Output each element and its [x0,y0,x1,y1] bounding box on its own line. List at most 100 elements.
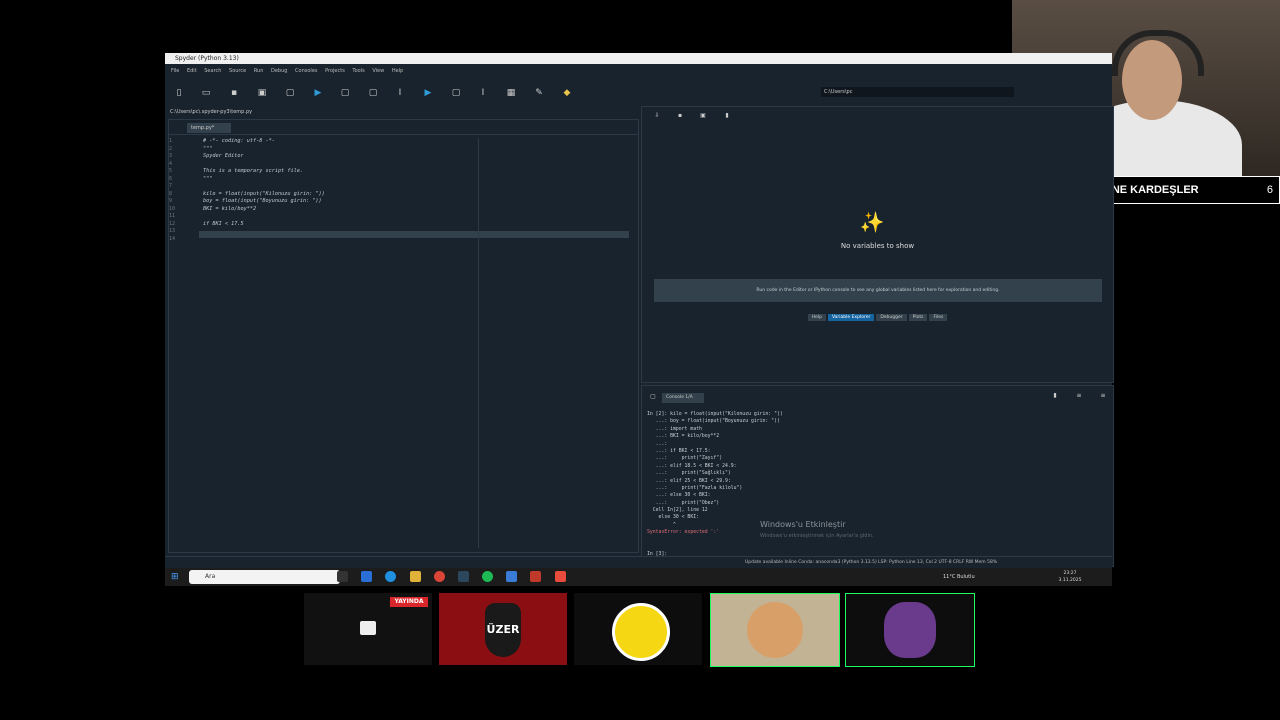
code-line[interactable]: """ [203,146,623,154]
remove-all-icon[interactable]: ▮ [722,111,732,121]
open-file-icon[interactable]: ▭ [201,88,211,98]
menu-consoles[interactable]: Consoles [295,68,317,74]
steam-icon[interactable] [458,571,469,582]
clock-time[interactable]: 23:27 [1055,570,1085,577]
spotify-icon[interactable] [482,571,493,582]
robot-icon [884,602,936,658]
stream-card-hamster [710,593,840,667]
code-line[interactable]: BKI = kilo/boy**2 [203,206,623,214]
no-variables-text: No variables to show [840,242,915,250]
console-line: ...: print("Sağlıklı") [647,471,731,477]
debug-cell-icon[interactable]: ▢ [451,88,461,98]
menu-help[interactable]: Help [392,68,403,74]
tab-variable-explorer[interactable]: Variable Explorer [827,314,875,321]
maximize-pane-icon[interactable]: ▦ [506,88,516,98]
menu-view[interactable]: View [372,68,384,74]
right-pane-tabs: Help Variable Explorer Debugger Plots Files [642,314,1113,324]
console-line: ...: print("Obez") [647,500,720,506]
code-line[interactable] [203,228,623,236]
pane-options-icon[interactable]: ≡ [1098,391,1108,401]
debug-selection-icon[interactable]: I [478,88,488,98]
app-icon-3[interactable] [530,571,541,582]
menu-file[interactable]: File [171,68,179,74]
code-line[interactable]: # -*- coding: utf-8 -*- [203,138,623,146]
code-line[interactable]: """ [203,176,623,184]
import-data-icon[interactable]: ⇩ [652,111,662,121]
browse-tabs-icon[interactable]: ▢ [285,88,295,98]
tab-console-1[interactable]: Console 1/A [662,393,704,403]
save-data-icon[interactable]: ▪ [675,111,685,121]
menu-edit[interactable]: Edit [187,68,197,74]
menu-source[interactable]: Source [229,68,246,74]
taskbar-search[interactable]: Ara [189,570,340,584]
code-line[interactable] [203,236,623,244]
save-data-as-icon[interactable]: ▣ [698,111,708,121]
code-line[interactable]: Spyder Editor [203,153,623,161]
line-number: 14 [169,235,176,242]
editor-tabbar: temp.py* [169,120,638,135]
python-path-icon[interactable]: ◆ [562,88,572,98]
tab-temp-py[interactable]: temp.py* [187,123,231,133]
code-line[interactable]: if BKI < 17.5 [203,221,623,229]
code-line[interactable]: This is a temporary script file. [203,168,623,176]
save-all-icon[interactable]: ▣ [257,88,267,98]
telescope-icon: ✨ [859,210,885,234]
activation-watermark-subtitle: Windows'u etkinleştirmek için Ayarlar'a … [760,533,874,539]
stream-card-live: YAYINDA [304,593,432,665]
line-number: 13 [169,228,176,234]
menu-projects[interactable]: Projects [325,68,345,74]
weather-text[interactable]: 11°C Bulutlu [943,568,993,586]
console-line: ...: elif 25 < BKI < 29.9: [647,478,731,484]
line-number: 7 [169,183,173,189]
stream-card-uzer: ÜZER [439,593,567,665]
tab-debugger[interactable]: Debugger [876,314,907,321]
save-icon[interactable]: ▪ [229,88,239,98]
line-number: 12 [169,220,176,227]
code-line[interactable] [203,183,623,191]
start-icon[interactable]: ⊞ [171,572,181,582]
chrome-icon[interactable] [434,571,445,582]
run-icon[interactable]: ▶ [313,88,323,98]
tab-plots[interactable]: Plots [908,314,928,321]
line-number: 2 [169,145,173,152]
menu-tools[interactable]: Tools [352,68,364,74]
console-menu-icon[interactable]: ≡ [1074,391,1084,401]
tab-help[interactable]: Help [807,314,826,321]
menu-run[interactable]: Run [254,68,264,74]
live-badge: YAYINDA [390,597,428,607]
app-icon-1[interactable] [361,571,372,582]
debug-icon[interactable]: ▶ [423,88,433,98]
console-line: In [2]: kilo = float(input("Kilonuzu gir… [647,412,783,417]
working-directory-field[interactable]: C:\Users\pc [821,87,1014,97]
code-area[interactable]: # -*- coding: utf-8 -*- """ Spyder Editor T… [203,138,623,538]
task-view-icon[interactable] [337,571,348,582]
clock-date[interactable]: 3.11.2025 [1055,577,1085,584]
run-selection-icon[interactable]: I [395,88,405,98]
run-cell-advance-icon[interactable]: ▢ [368,88,378,98]
run-cell-icon[interactable]: ▢ [340,88,350,98]
menu-search[interactable]: Search [204,68,221,74]
console-line: ...: BKI = kilo/boy**2 [647,434,720,440]
app-icon-4[interactable] [555,571,566,582]
console-line: ...: [647,441,668,447]
code-line[interactable] [203,161,623,169]
menu-debug[interactable]: Debug [271,68,287,74]
edge-icon[interactable] [385,571,396,582]
new-file-icon[interactable]: ▯ [174,88,184,98]
status-text: Update available Inline Conda: anaconda3… [745,560,998,565]
tab-files[interactable]: Files [929,314,948,321]
code-line[interactable]: kilo = float(input("Kilonuzu girin: ")) [203,191,623,199]
code-line[interactable]: boy = float(input("Boyunuzu girin: ")) [203,198,623,206]
line-number: 9 [169,198,173,204]
remove-console-icon[interactable]: ▮ [1050,391,1060,401]
console-options-icon[interactable]: ▢ [648,392,658,402]
file-explorer-icon[interactable] [410,571,421,582]
line-number: 1 [169,138,173,144]
app-icon-2[interactable] [506,571,517,582]
code-line[interactable] [203,213,623,221]
preferences-wrench-icon[interactable]: ✎ [534,88,544,98]
editor-pane: temp.py* 1 2 3 4 5 6 7 8 9 10 11 12 13 14 # -*- codin… [168,119,639,553]
ipython-console-pane: ▢ Console 1/A ▮ ≡ ≡ In [2]: kilo = float… [641,385,1114,603]
variable-explorer-hint: Run code in the Editor or IPython consol… [654,279,1102,302]
